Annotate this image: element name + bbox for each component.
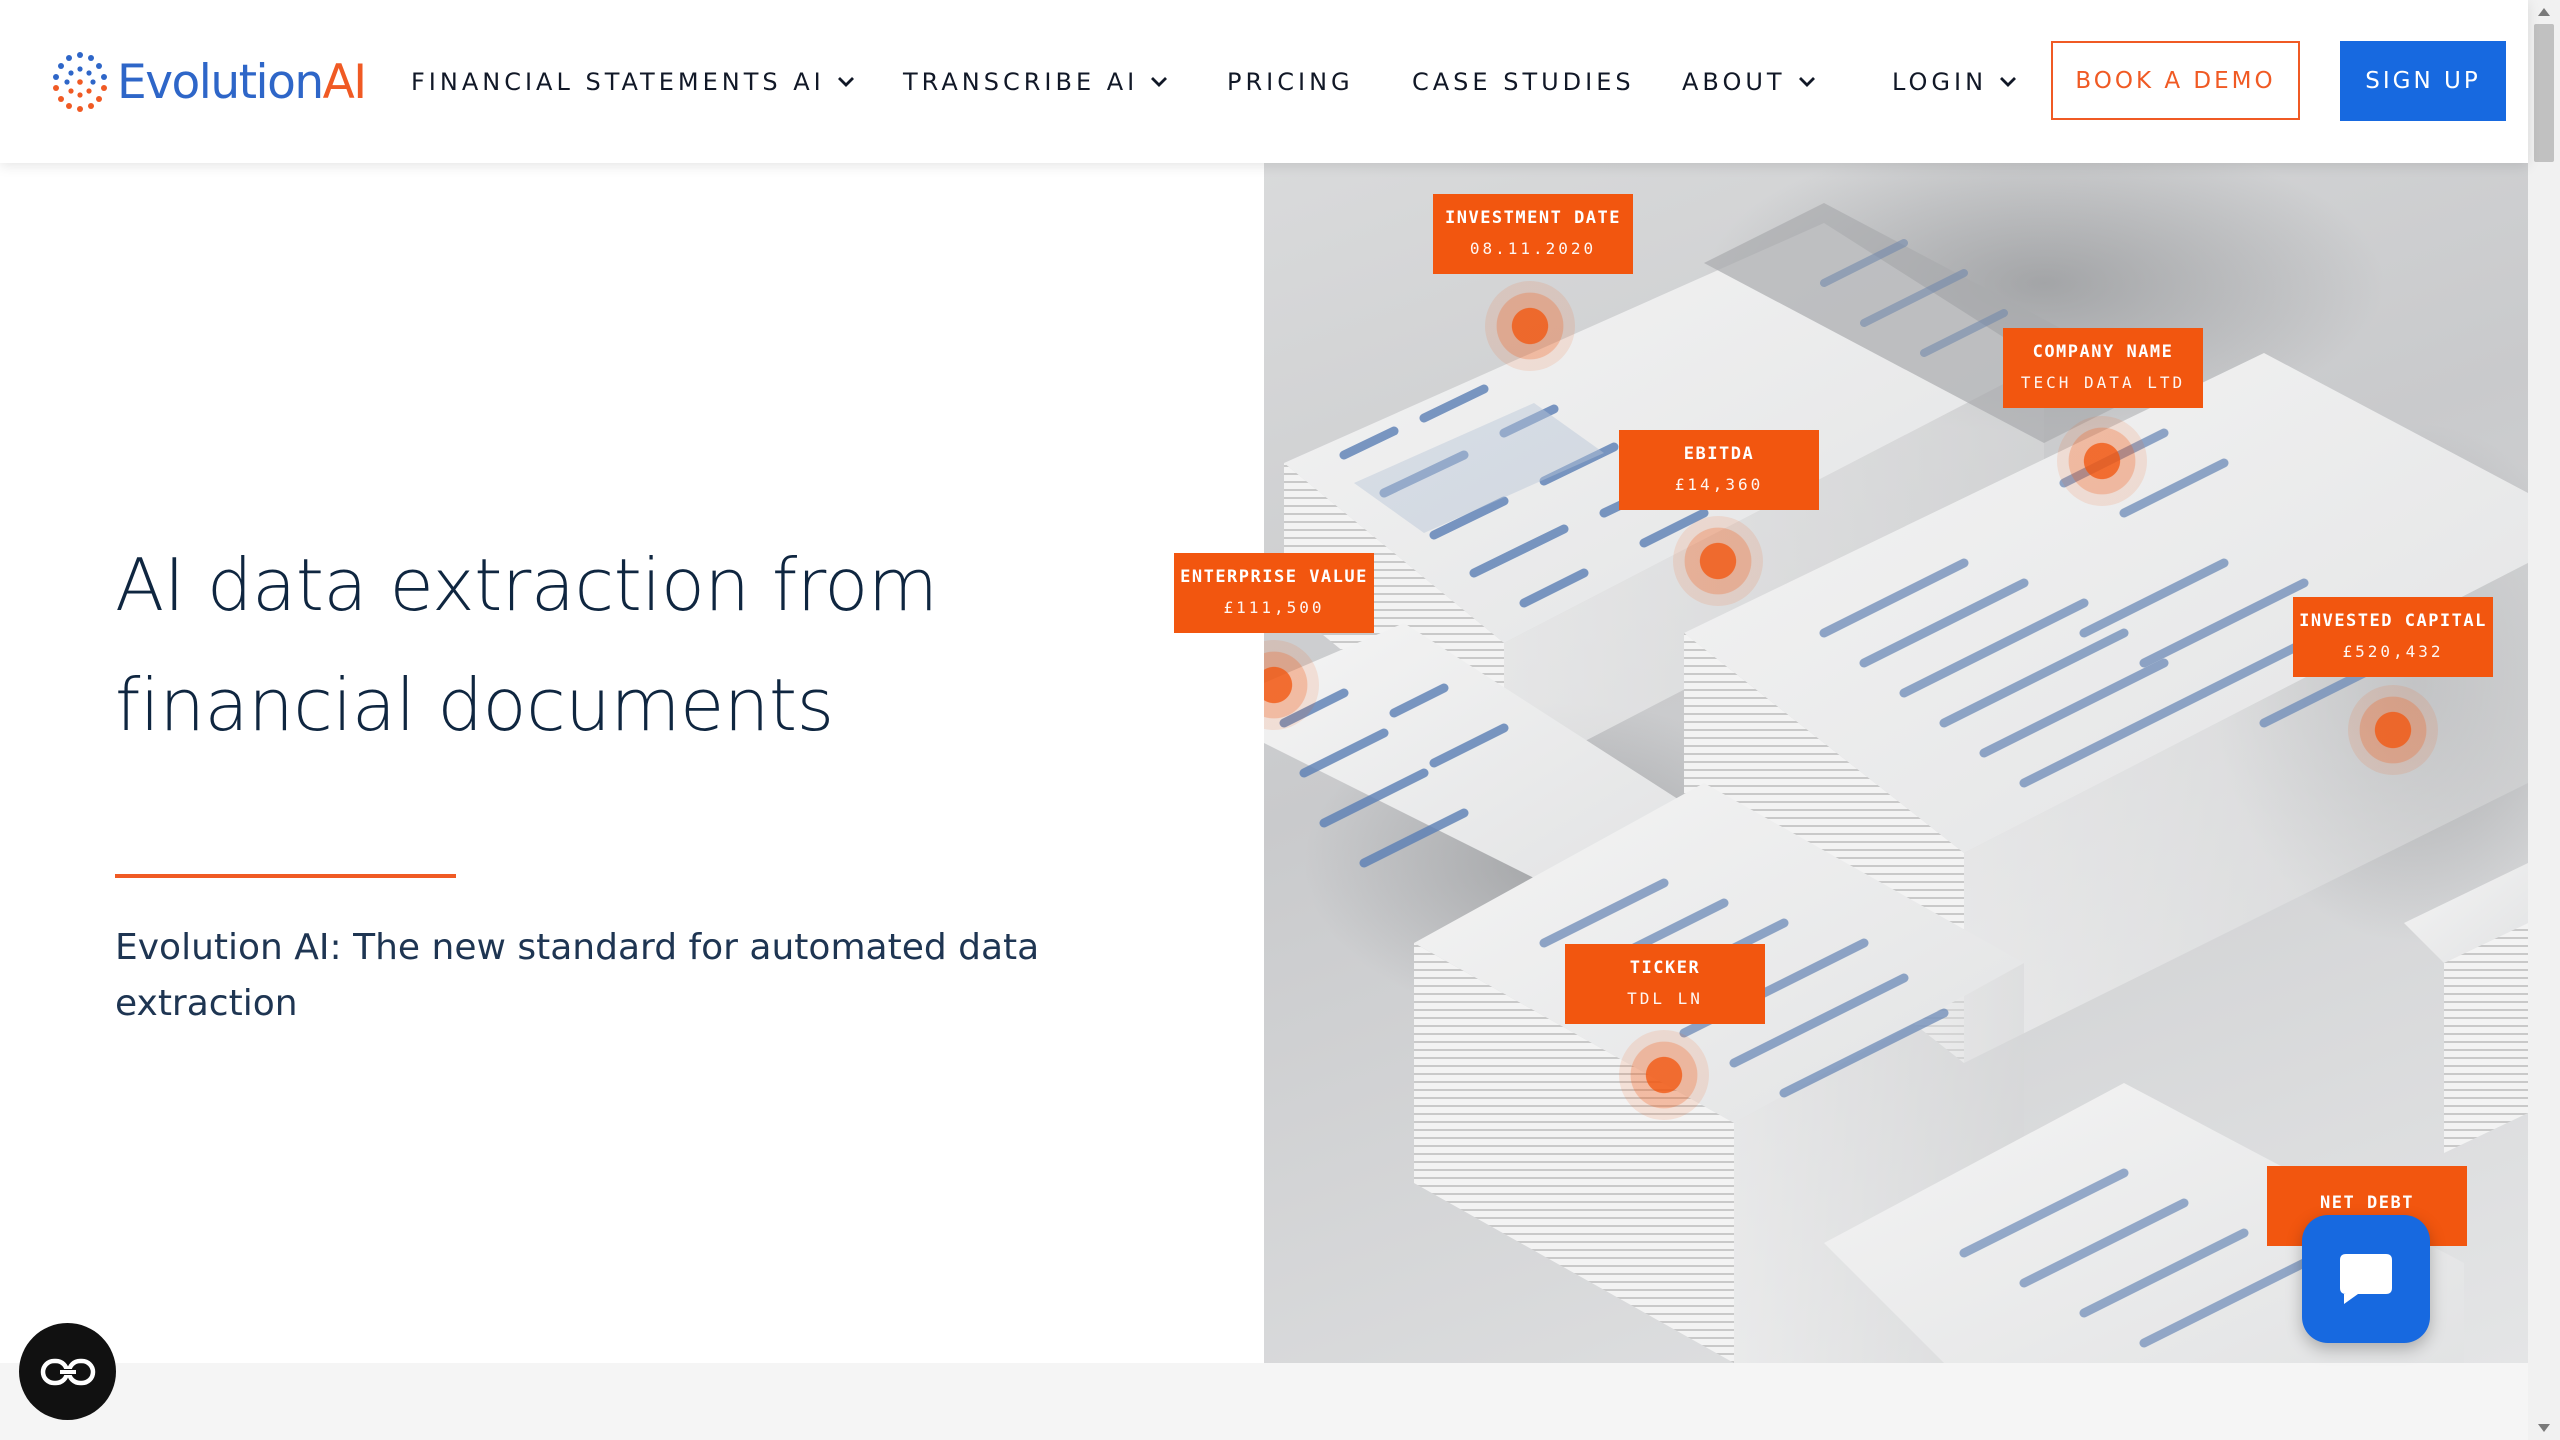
- tag-label: INVESTMENT DATE: [1444, 208, 1622, 228]
- tag-value: £14,360: [1674, 475, 1764, 494]
- chevron-down-icon: [1798, 77, 1815, 87]
- hotspot-ticker: [1619, 1030, 1709, 1120]
- scroll-thumb[interactable]: [2534, 24, 2554, 162]
- logo-mark-icon: [53, 52, 107, 112]
- hero-subtitle: Evolution AI: The new standard for autom…: [115, 927, 1040, 1024]
- nav-pricing[interactable]: PRICING: [1227, 62, 1354, 102]
- hero-title-line: AI data extraction from: [115, 543, 938, 627]
- scroll-up-arrow-icon[interactable]: [2538, 8, 2550, 16]
- nav-label: LOGIN: [1892, 68, 1988, 96]
- book-a-demo-button[interactable]: BOOK A DEMO: [2051, 41, 2300, 120]
- tag-value: TDL LN: [1627, 989, 1703, 1008]
- site-header: EvolutionAI FINANCIAL STATEMENTS AI TRAN…: [0, 0, 2528, 163]
- tag-label: INVESTED CAPITAL: [2299, 611, 2487, 631]
- hero-title: AI data extraction from financial docume…: [115, 525, 1175, 765]
- tag-label: NET DEBT: [2320, 1193, 2414, 1213]
- nav-login[interactable]: LOGIN: [1892, 62, 2017, 102]
- chat-launcher-button[interactable]: [2302, 1215, 2430, 1343]
- hotspot-company-name: [2057, 416, 2147, 506]
- nav-label: CASE STUDIES: [1412, 68, 1635, 96]
- tag-ebitda: EBITDA £14,360: [1619, 430, 1819, 510]
- tag-label: ENTERPRISE VALUE: [1180, 567, 1368, 587]
- tag-value: £111,500: [1223, 598, 1325, 617]
- accessibility-icon: [40, 1358, 95, 1385]
- tag-label: EBITDA: [1683, 444, 1755, 464]
- nav-case-studies[interactable]: CASE STUDIES: [1412, 62, 1635, 102]
- nav-label: TRANSCRIBE AI: [903, 68, 1139, 96]
- chevron-down-icon: [1151, 77, 1168, 87]
- nav-financial-statements-ai[interactable]: FINANCIAL STATEMENTS AI: [411, 62, 855, 102]
- logo-wordmark: EvolutionAI: [117, 54, 367, 110]
- next-section-strip: [0, 1363, 2528, 1440]
- nav-transcribe-ai[interactable]: TRANSCRIBE AI: [903, 62, 1168, 102]
- tag-value: 08.11.2020: [1469, 239, 1597, 258]
- logo[interactable]: EvolutionAI: [47, 46, 367, 118]
- tag-ticker: TICKER TDL LN: [1565, 944, 1765, 1024]
- sign-up-button[interactable]: SIGN UP: [2340, 41, 2506, 121]
- tag-company-name: COMPANY NAME TECH DATA LTD: [2003, 328, 2203, 408]
- scroll-down-arrow-icon[interactable]: [2538, 1424, 2550, 1432]
- tag-value: £520,432: [2342, 642, 2444, 661]
- tag-enterprise-value: ENTERPRISE VALUE £111,500: [1174, 553, 1374, 633]
- accessibility-button[interactable]: [19, 1323, 116, 1420]
- hotspot-ebitda: [1673, 516, 1763, 606]
- nav-label: FINANCIAL STATEMENTS AI: [411, 68, 825, 96]
- nav-label: ABOUT: [1682, 68, 1786, 96]
- page-scrollbar[interactable]: [2528, 0, 2560, 1440]
- nav-label: PRICING: [1227, 68, 1354, 96]
- chat-bubble-icon: [2340, 1254, 2392, 1304]
- hotspot-investment-date: [1485, 281, 1575, 371]
- hero-title-line: financial documents: [115, 663, 834, 747]
- tag-invested-capital: INVESTED CAPITAL £520,432: [2293, 597, 2493, 677]
- chevron-down-icon: [837, 77, 854, 87]
- nav-about[interactable]: ABOUT: [1682, 62, 1816, 102]
- accent-divider: [115, 874, 456, 878]
- chevron-down-icon: [2000, 77, 2017, 87]
- tag-investment-date: INVESTMENT DATE 08.11.2020: [1433, 194, 1633, 274]
- hotspot-invested-capital: [2348, 685, 2438, 775]
- tag-label: COMPANY NAME: [2032, 342, 2174, 362]
- tag-label: TICKER: [1629, 958, 1701, 978]
- tag-value: TECH DATA LTD: [2020, 373, 2186, 392]
